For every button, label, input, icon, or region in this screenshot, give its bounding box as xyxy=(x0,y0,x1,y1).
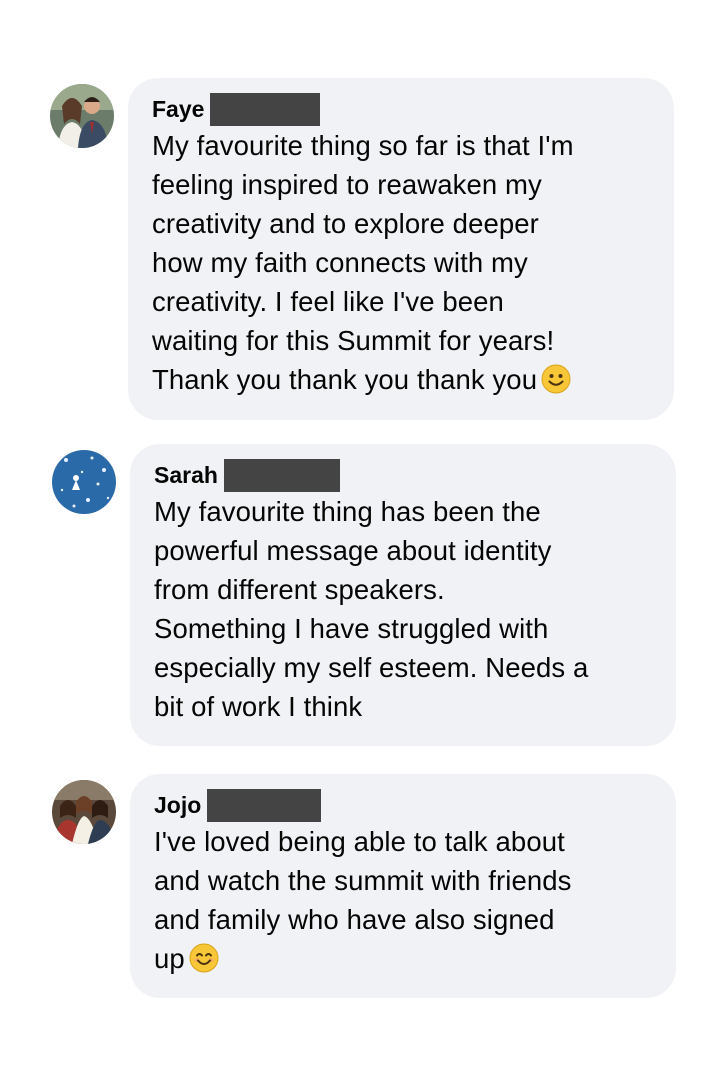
comment-text: I've loved being able to talk about and … xyxy=(154,822,652,978)
avatar[interactable] xyxy=(52,450,116,514)
smiling-face-with-smiling-eyes-icon xyxy=(189,943,219,973)
comment-text: My favourite thing so far is that I'm fe… xyxy=(152,126,650,399)
author-row: Sarah xyxy=(154,458,652,492)
author-row: Faye xyxy=(152,92,650,126)
comment-text-content: My favourite thing so far is that I'm fe… xyxy=(152,130,574,395)
slightly-smiling-face-icon xyxy=(541,364,571,394)
redacted-surname xyxy=(207,788,322,822)
redacted-surname xyxy=(223,458,340,492)
comment-bubble: Faye My favourite thing so far is that I… xyxy=(128,78,674,420)
redacted-surname xyxy=(210,92,321,126)
author-name[interactable]: Sarah xyxy=(154,458,218,492)
author-name[interactable]: Faye xyxy=(152,92,204,126)
avatar[interactable] xyxy=(52,780,116,844)
comment-bubble: Sarah My favourite thing has been the po… xyxy=(130,444,676,746)
author-row: Jojo xyxy=(154,788,652,822)
comment-bubble: Jojo I've loved being able to talk about… xyxy=(130,774,676,998)
author-name[interactable]: Jojo xyxy=(154,788,201,822)
comment-text: My favourite thing has been the powerful… xyxy=(154,496,589,722)
avatar[interactable] xyxy=(50,84,114,148)
